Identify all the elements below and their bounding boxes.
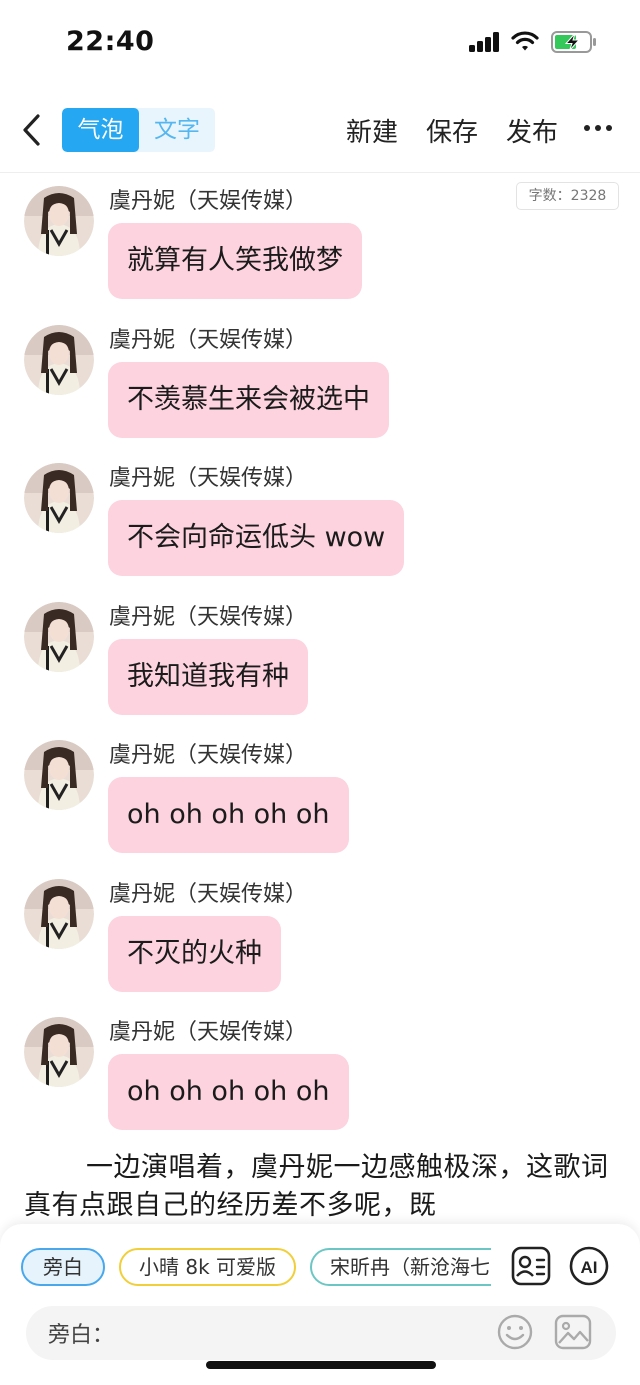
- role-chip-song[interactable]: 宋昕冉（新沧海七: [310, 1248, 491, 1286]
- wifi-icon: [511, 31, 539, 51]
- avatar[interactable]: [24, 740, 94, 810]
- sender-name: 虞丹妮（天娱传媒）: [109, 1020, 308, 1045]
- cellular-signal-icon: [469, 32, 501, 52]
- sender-name: 虞丹妮（天娱传媒）: [109, 743, 308, 768]
- message-bubble[interactable]: oh oh oh oh oh: [108, 777, 349, 853]
- message-bubble[interactable]: oh oh oh oh oh: [108, 1054, 349, 1130]
- avatar[interactable]: [24, 325, 94, 395]
- message-bubble[interactable]: 不羡慕生来会被选中: [108, 362, 389, 438]
- back-arrow-icon[interactable]: [18, 110, 48, 150]
- avatar[interactable]: [24, 879, 94, 949]
- sender-name: 虞丹妮（天娱传媒）: [109, 882, 308, 907]
- save-button[interactable]: 保存: [426, 112, 478, 149]
- message-row[interactable]: 虞丹妮（天娱传媒） 我知道我有种: [0, 602, 640, 732]
- status-bar: 22:40: [0, 0, 640, 86]
- battery-charging-icon: [551, 31, 596, 53]
- message-bubble[interactable]: 不灭的火种: [108, 916, 281, 992]
- sender-name: 虞丹妮（天娱传媒）: [109, 605, 308, 630]
- avatar[interactable]: [24, 186, 94, 256]
- character-card-icon[interactable]: [510, 1245, 552, 1287]
- message-row[interactable]: 虞丹妮（天娱传媒） 不会向命运低头 wow: [0, 463, 640, 593]
- sender-name: 虞丹妮（天娱传媒）: [109, 189, 308, 214]
- tab-text[interactable]: 文字: [139, 108, 215, 152]
- message-bubble[interactable]: 我知道我有种: [108, 639, 308, 715]
- status-time: 22:40: [66, 26, 155, 57]
- emoji-icon[interactable]: [496, 1313, 534, 1351]
- image-picker-icon[interactable]: [553, 1313, 593, 1351]
- sender-name: 虞丹妮（天娱传媒）: [109, 328, 308, 353]
- mode-segmented-control: 气泡 文字: [62, 108, 215, 152]
- message-row[interactable]: 虞丹妮（天娱传媒） oh oh oh oh oh: [0, 1017, 640, 1147]
- role-chip-narrator[interactable]: 旁白: [21, 1248, 105, 1286]
- avatar[interactable]: [24, 1017, 94, 1087]
- new-button[interactable]: 新建: [346, 112, 398, 149]
- message-row[interactable]: 虞丹妮（天娱传媒） oh oh oh oh oh: [0, 740, 640, 870]
- narration-paragraph: 一边演唱着，虞丹妮一边感触极深，这歌词真有点跟自己的经历差不多呢，既: [24, 1152, 609, 1221]
- avatar[interactable]: [24, 463, 94, 533]
- publish-button[interactable]: 发布: [506, 112, 558, 149]
- role-chip-xiaoqing[interactable]: 小晴 8k 可爱版: [119, 1248, 296, 1286]
- svg-text:AI: AI: [581, 1258, 598, 1277]
- home-indicator: [206, 1361, 436, 1369]
- message-row[interactable]: 虞丹妮（天娱传媒） 不羡慕生来会被选中: [0, 325, 640, 455]
- message-row[interactable]: 虞丹妮（天娱传媒） 就算有人笑我做梦: [0, 186, 640, 316]
- avatar[interactable]: [24, 602, 94, 672]
- header-divider: [0, 172, 640, 173]
- message-row[interactable]: 虞丹妮（天娱传媒） 不灭的火种: [0, 879, 640, 1009]
- sender-name: 虞丹妮（天娱传媒）: [109, 466, 308, 491]
- message-input[interactable]: 旁白：: [26, 1306, 616, 1360]
- message-bubble[interactable]: 就算有人笑我做梦: [108, 223, 362, 299]
- more-options-icon[interactable]: [584, 118, 614, 138]
- tab-bubble[interactable]: 气泡: [62, 108, 139, 152]
- input-role-label: 旁白：: [48, 1323, 115, 1348]
- message-bubble[interactable]: 不会向命运低头 wow: [108, 500, 405, 576]
- ai-assistant-icon[interactable]: AI: [568, 1245, 610, 1287]
